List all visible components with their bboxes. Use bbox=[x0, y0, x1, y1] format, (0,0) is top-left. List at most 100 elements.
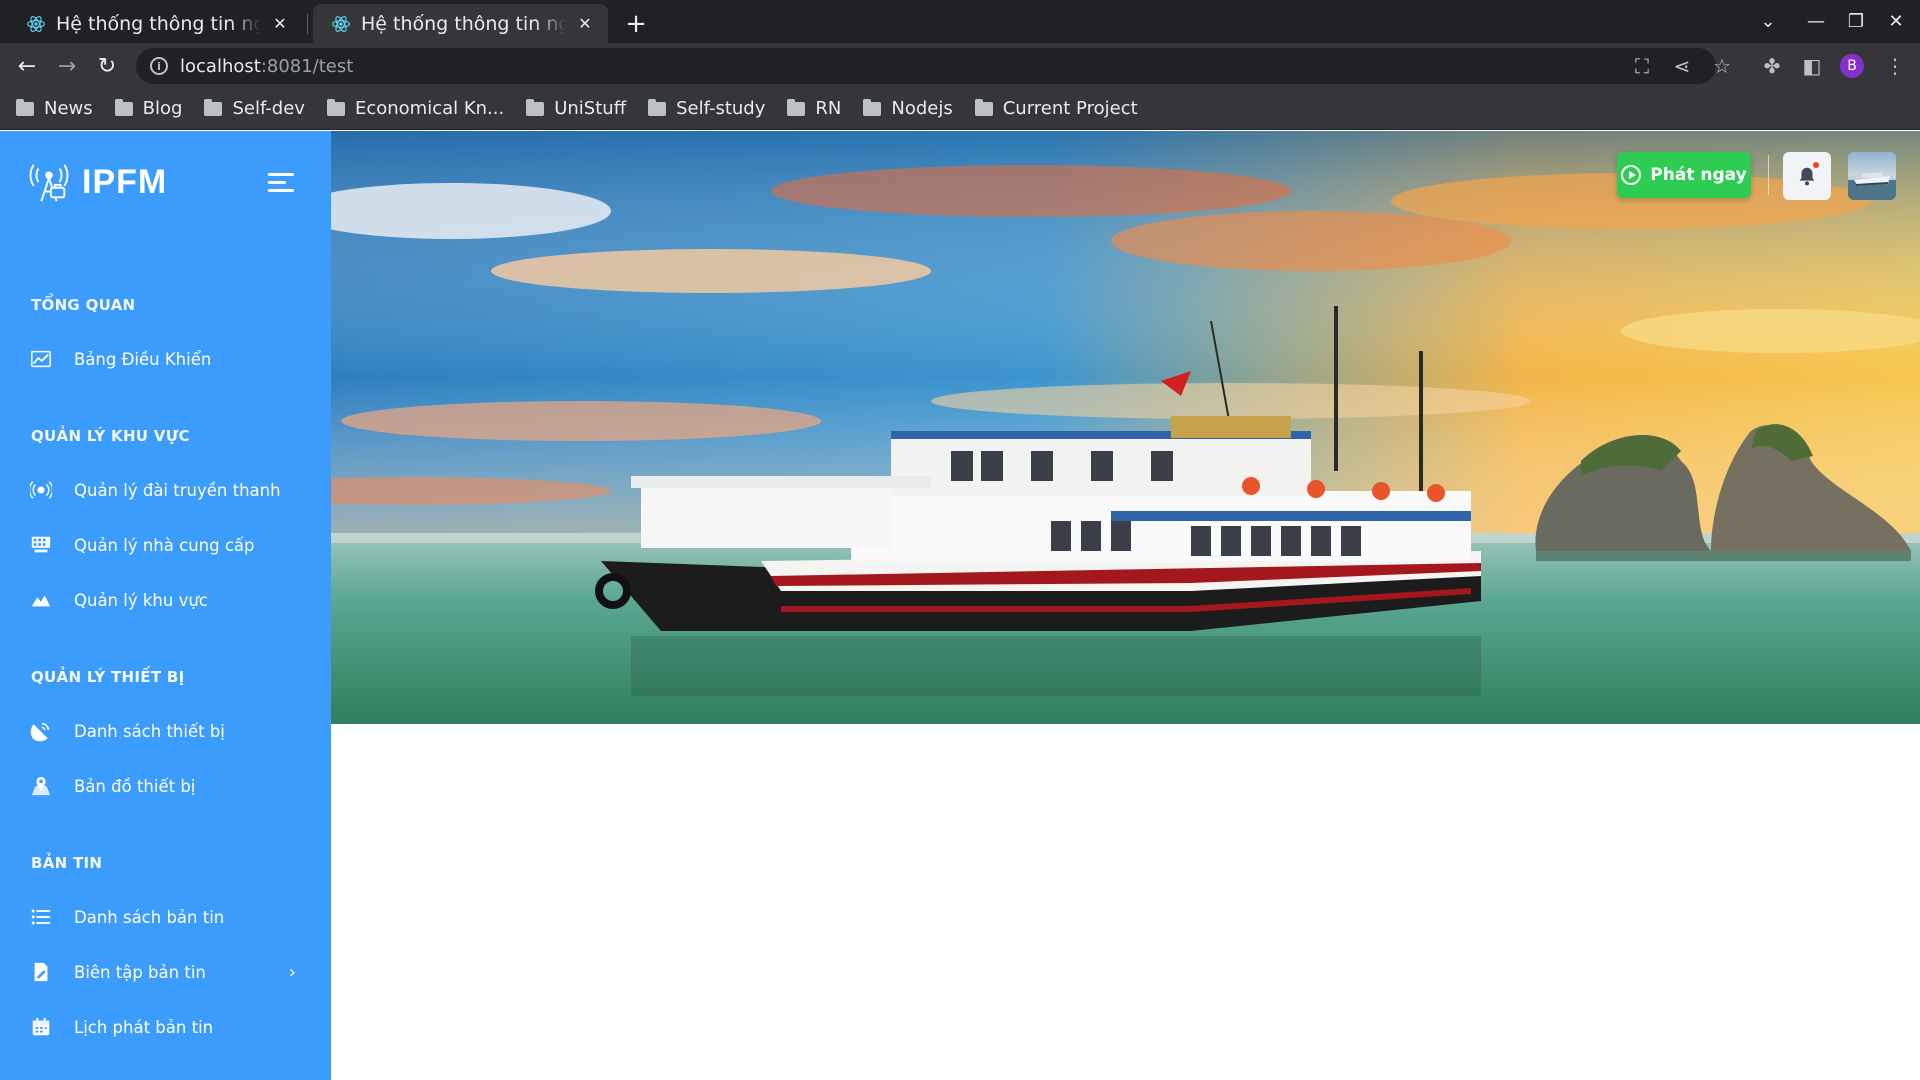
browser-tab-strip: Hệ thống thông tin nguồn ✕ Hệ thống thôn… bbox=[0, 0, 1920, 43]
calendar-icon bbox=[30, 1016, 52, 1038]
react-icon bbox=[332, 15, 350, 32]
sidebar-item-areas[interactable]: Quản lý khu vực bbox=[30, 580, 310, 620]
close-window-icon[interactable]: ✕ bbox=[1876, 0, 1916, 43]
satellite-dish-icon bbox=[30, 720, 52, 742]
folder-icon bbox=[326, 98, 345, 116]
browser-tab[interactable]: Hệ thống thông tin nguồn ✕ bbox=[8, 4, 303, 43]
bookmark-folder[interactable]: RN bbox=[787, 98, 841, 119]
bookmark-label: Economical Kn... bbox=[354, 98, 505, 119]
bookmark-label: Self-dev bbox=[232, 98, 305, 119]
bookmark-label: Nodejs bbox=[891, 98, 953, 119]
bookmark-label: Blog bbox=[142, 98, 183, 119]
sidebar-item-news-list[interactable]: Danh sách bản tin bbox=[30, 897, 310, 937]
close-tab-icon[interactable]: ✕ bbox=[269, 13, 291, 35]
play-now-label: Phát ngay bbox=[1650, 165, 1747, 185]
close-tab-icon[interactable]: ✕ bbox=[574, 13, 596, 35]
section-title: QUẢN LÝ KHU VỰC bbox=[31, 427, 190, 445]
edit-document-icon bbox=[30, 961, 52, 983]
site-info-icon[interactable]: i bbox=[150, 57, 168, 75]
sidebar-item-dashboard[interactable]: Bảng Điều Khiển bbox=[30, 339, 310, 379]
sidebar-item-news-editor[interactable]: Biên tập bản tin › bbox=[30, 952, 310, 992]
browser-tab-active[interactable]: Hệ thống thông tin nguồn ✕ bbox=[313, 4, 608, 43]
bookmark-folder[interactable]: Current Project bbox=[974, 98, 1138, 119]
bookmark-label: Current Project bbox=[1002, 98, 1138, 119]
sidebar-item-label: Quản lý khu vực bbox=[74, 590, 208, 610]
bookmarks-bar: News Blog Self-dev Economical Kn... UniS… bbox=[0, 88, 1920, 130]
folder-icon bbox=[16, 98, 34, 116]
notification-dot bbox=[1813, 162, 1819, 168]
reload-icon[interactable]: ↻ bbox=[90, 49, 124, 83]
radio-station-icon bbox=[30, 479, 52, 501]
sidebar-item-news-schedule[interactable]: Lịch phát bản tin bbox=[30, 1007, 310, 1047]
sidebar-item-device-map[interactable]: Bản đồ thiết bị bbox=[30, 766, 310, 806]
bookmark-folder[interactable]: News bbox=[16, 98, 93, 119]
folder-icon bbox=[648, 98, 667, 116]
bookmark-folder[interactable]: Economical Kn... bbox=[326, 98, 505, 119]
bookmark-folder[interactable]: Nodejs bbox=[863, 98, 953, 119]
back-icon[interactable]: ← bbox=[10, 49, 44, 83]
header-divider bbox=[1768, 155, 1769, 195]
notification-button[interactable] bbox=[1783, 152, 1831, 200]
bookmark-label: Self-study bbox=[676, 98, 766, 119]
bookmark-label: News bbox=[44, 98, 93, 119]
user-avatar[interactable] bbox=[1848, 152, 1896, 200]
bookmark-label: UniStuff bbox=[554, 98, 627, 119]
map-pin-icon bbox=[30, 775, 52, 797]
bookmark-folder[interactable]: Self-study bbox=[648, 98, 765, 119]
extensions-icon[interactable]: ✤ bbox=[1755, 49, 1789, 83]
react-icon bbox=[27, 15, 45, 32]
sidebar-item-providers[interactable]: Quản lý nhà cung cấp bbox=[30, 525, 310, 565]
new-tab-button[interactable]: + bbox=[620, 8, 652, 40]
forward-icon[interactable]: → bbox=[50, 49, 84, 83]
brand-name: IPFM bbox=[82, 162, 168, 201]
tab-title: Hệ thống thông tin nguồn bbox=[56, 12, 261, 35]
restore-icon[interactable]: ❐ bbox=[1836, 0, 1876, 43]
sidebar-item-label: Bản đồ thiết bị bbox=[74, 776, 196, 796]
folder-icon bbox=[526, 98, 545, 116]
sidebar-item-radio-stations[interactable]: Quản lý đài truyền thanh bbox=[30, 470, 310, 510]
folder-icon bbox=[974, 98, 993, 116]
sidebar-item-label: Biên tập bản tin bbox=[74, 962, 206, 982]
bookmark-folder[interactable]: Blog bbox=[114, 98, 183, 119]
address-bar[interactable]: i localhost:8081/test bbox=[136, 48, 1716, 84]
broadcast-tower-icon bbox=[29, 164, 69, 202]
tab-title: Hệ thống thông tin nguồn bbox=[361, 12, 566, 35]
sidebar-item-label: Danh sách thiết bị bbox=[74, 721, 225, 741]
url-host: localhost bbox=[180, 55, 261, 77]
sidebar-item-label: Bảng Điều Khiển bbox=[74, 349, 212, 369]
profile-avatar[interactable]: B bbox=[1840, 54, 1864, 78]
translate-icon[interactable]: ⛶ bbox=[1625, 49, 1659, 83]
bookmark-folder[interactable]: Self-dev bbox=[204, 98, 305, 119]
minimize-icon[interactable]: — bbox=[1796, 0, 1836, 43]
brand-logo[interactable]: IPFM bbox=[26, 159, 167, 205]
provider-icon bbox=[30, 534, 52, 556]
chevron-right-icon[interactable]: › bbox=[289, 962, 296, 983]
folder-icon bbox=[204, 98, 223, 116]
folder-icon bbox=[863, 98, 882, 116]
sidebar: IPFM TỔNG QUAN Bảng Điều Khiển QUẢN LÝ K… bbox=[0, 131, 331, 1080]
share-icon[interactable]: ⋖ bbox=[1665, 49, 1699, 83]
app-page: IPFM TỔNG QUAN Bảng Điều Khiển QUẢN LÝ K… bbox=[0, 131, 1920, 1080]
sidebar-item-label: Lịch phát bản tin bbox=[74, 1017, 214, 1037]
side-panel-icon[interactable]: ◧ bbox=[1795, 49, 1829, 83]
sidebar-item-devices[interactable]: Danh sách thiết bị bbox=[30, 711, 310, 751]
section-title: QUẢN LÝ THIẾT BỊ bbox=[31, 668, 185, 686]
sidebar-item-label: Quản lý đài truyền thanh bbox=[74, 480, 281, 500]
sidebar-item-label: Quản lý nhà cung cấp bbox=[74, 535, 255, 555]
list-icon bbox=[30, 906, 52, 928]
bookmark-star-icon[interactable]: ☆ bbox=[1705, 49, 1739, 83]
url-path: :8081/test bbox=[260, 55, 354, 77]
bell-icon bbox=[1799, 167, 1815, 186]
section-title: TỔNG QUAN bbox=[31, 296, 136, 314]
boat-photo-thumbnail bbox=[1848, 172, 1896, 200]
menu-toggle-icon[interactable] bbox=[268, 173, 294, 195]
play-now-button[interactable]: Phát ngay bbox=[1617, 152, 1751, 198]
sidebar-item-label: Danh sách bản tin bbox=[74, 907, 225, 927]
menu-kebab-icon[interactable]: ⋮ bbox=[1878, 49, 1912, 83]
section-title: BẢN TIN bbox=[31, 854, 103, 872]
bookmark-folder[interactable]: UniStuff bbox=[526, 98, 626, 119]
tab-search-icon[interactable]: ⌄ bbox=[1748, 0, 1788, 43]
bookmark-label: RN bbox=[815, 98, 842, 119]
folder-icon bbox=[787, 98, 806, 116]
area-icon bbox=[30, 589, 52, 611]
